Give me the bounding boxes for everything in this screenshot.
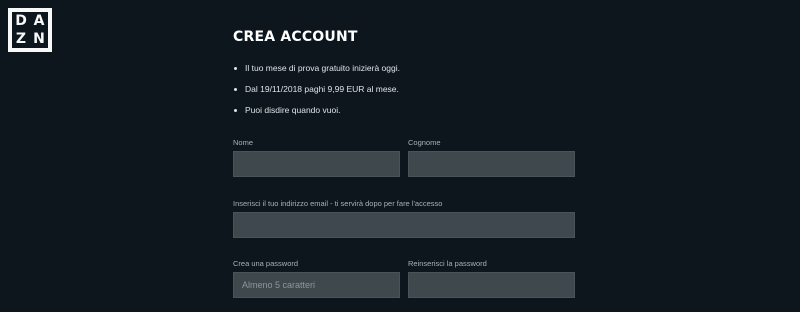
dazn-logo-mark: D A Z N bbox=[12, 12, 48, 48]
logo-letter: D bbox=[15, 13, 27, 29]
signup-page: D A Z N CREA ACCOUNT Il tuo mese di prov… bbox=[0, 0, 800, 312]
email-field[interactable] bbox=[233, 212, 575, 238]
password-field[interactable] bbox=[233, 272, 400, 298]
last-name-field[interactable] bbox=[408, 151, 575, 177]
password-confirm-label: Reinserisci la password bbox=[408, 259, 487, 268]
first-name-field[interactable] bbox=[233, 151, 400, 177]
dazn-logo[interactable]: D A Z N bbox=[8, 8, 52, 52]
benefit-item-trial: Il tuo mese di prova gratuito inizierà o… bbox=[233, 60, 400, 81]
benefit-item-cancel: Puoi disdire quando vuoi. bbox=[233, 102, 400, 123]
logo-letter: N bbox=[33, 31, 45, 47]
page-title: CREA ACCOUNT bbox=[233, 29, 358, 45]
logo-letter: A bbox=[33, 13, 45, 29]
benefit-item-price: Dal 19/11/2018 paghi 9,99 EUR al mese. bbox=[233, 81, 400, 102]
benefits-list: Il tuo mese di prova gratuito inizierà o… bbox=[233, 60, 400, 123]
first-name-label: Nome bbox=[233, 138, 254, 147]
logo-letter: Z bbox=[15, 31, 27, 47]
email-label: Inserisci il tuo indirizzo email - ti se… bbox=[233, 199, 443, 208]
password-confirm-field[interactable] bbox=[408, 272, 575, 298]
password-label: Crea una password bbox=[233, 259, 299, 268]
last-name-label: Cognome bbox=[408, 138, 441, 147]
